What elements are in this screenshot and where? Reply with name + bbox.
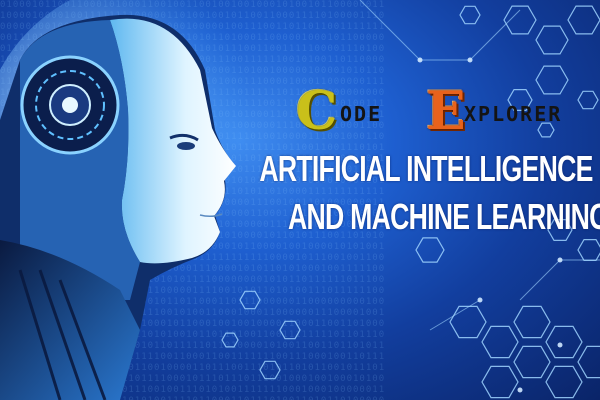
headline-line-2: AND MACHINE LEARNING: [288, 196, 600, 237]
headline-line-1: ARTIFICIAL INTELLIGENCE: [259, 148, 593, 189]
logo-word-code: ODE: [340, 102, 383, 126]
logo-initial-e: E: [426, 81, 466, 142]
logo-word-explorer: XPLORER: [464, 102, 563, 126]
banner-image: 0100010110011000101000110010011001001001…: [0, 0, 600, 400]
logo-initial-c: C: [296, 81, 338, 142]
code-explorer-logo: C ODE E XPLORER: [296, 82, 586, 142]
